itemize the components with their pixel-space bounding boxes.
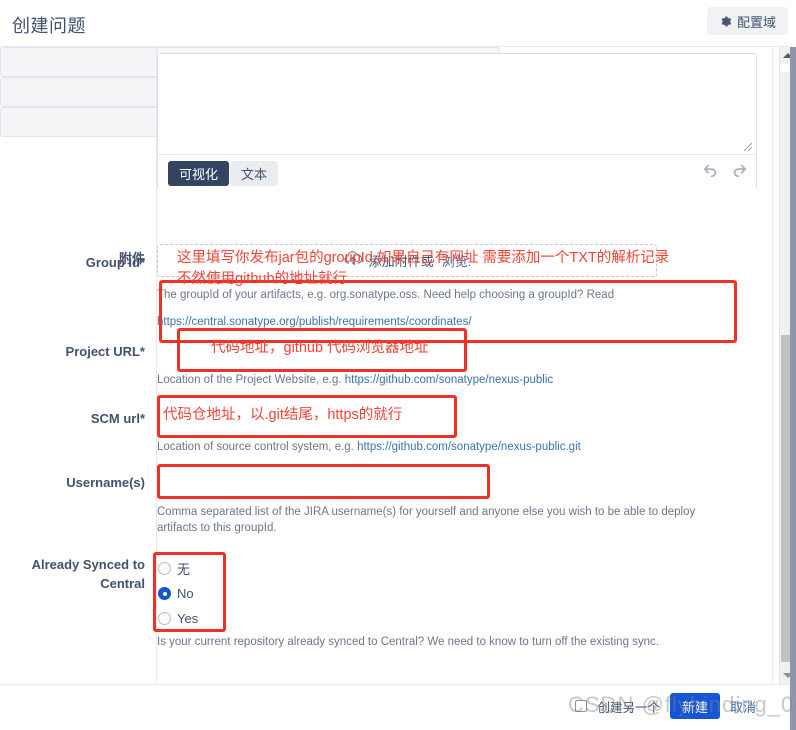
create-another-checkbox[interactable]	[575, 700, 588, 712]
already-synced-label: Already Synced to Central	[5, 555, 145, 593]
usernames-label: Username(s)	[66, 475, 145, 490]
scm-url-annotation-text: 代码仓地址，以.git结尾，https的就行	[163, 407, 403, 423]
resize-grip-icon[interactable]	[743, 139, 753, 152]
create-issue-dialog: 创建问题 配置域 可视化 文本 附件 添加附件或 浏览. Group Id* T…	[0, 0, 796, 730]
project-url-help-link[interactable]: https://github.com/sonatype/nexus-public	[345, 374, 553, 386]
already-synced-label-line2: Central	[100, 576, 145, 591]
tab-text[interactable]: 文本	[230, 161, 279, 186]
radio-label-yes: Yes	[177, 611, 199, 626]
project-url-help-text: Location of the Project Website, e.g.	[157, 374, 345, 386]
radio-option-no[interactable]: No	[158, 581, 198, 606]
undo-redo-group	[702, 163, 748, 182]
redo-icon[interactable]	[732, 163, 748, 182]
page-title: 创建问题	[12, 16, 86, 36]
window-edge-strip	[790, 0, 796, 730]
cancel-link[interactable]: 取消	[730, 697, 756, 716]
radio-option-yes[interactable]: Yes	[158, 606, 198, 631]
right-column-divider	[772, 47, 773, 684]
create-another-label: 创建另一个	[597, 700, 660, 715]
configure-fields-label: 配置域	[736, 14, 776, 30]
scm-url-help: Location of source control system, e.g. …	[157, 439, 777, 455]
configure-fields-button[interactable]: 配置域	[706, 7, 788, 35]
group-id-help-link[interactable]: https://central.sonatype.org/publish/req…	[157, 316, 472, 328]
create-button[interactable]: 新建	[669, 693, 720, 719]
radio-circle-no[interactable]	[158, 587, 171, 600]
scm-url-help-text: Location of source control system, e.g.	[157, 441, 358, 453]
project-url-help: Location of the Project Website, e.g. ht…	[157, 372, 757, 388]
group-id-label: Group Id*	[85, 255, 145, 270]
editor-toolbar: 可视化 文本	[158, 155, 756, 190]
gear-icon	[719, 15, 732, 28]
undo-icon[interactable]	[702, 163, 718, 182]
description-textarea[interactable]	[158, 54, 756, 154]
already-synced-label-line1: Already Synced to	[31, 557, 145, 572]
usernames-annotation-box	[157, 464, 490, 499]
radio-label-none: 无	[177, 562, 191, 577]
window-edge-strip-top	[790, 0, 796, 47]
radio-circle-yes[interactable]	[158, 612, 171, 625]
tab-visual[interactable]: 可视化	[168, 161, 230, 186]
dialog-body: 可视化 文本 附件 添加附件或 浏览. Group Id* The groupI…	[0, 47, 796, 684]
project-url-annotation-text: 代码地址，github 代码浏览器地址	[211, 340, 429, 356]
group-id-help: The groupId of your artifacts, e.g. org.…	[157, 287, 757, 330]
usernames-help: Comma separated list of the JIRA usernam…	[157, 506, 696, 534]
radio-circle-none[interactable]	[158, 562, 171, 575]
group-id-help-text: The groupId of your artifacts, e.g. org.…	[157, 289, 615, 301]
scm-url-label: SCM url*	[90, 411, 145, 426]
dialog-header: 创建问题 配置域	[0, 0, 796, 47]
project-url-label: Project URL*	[65, 344, 145, 359]
radio-option-none[interactable]: 无	[158, 556, 198, 581]
group-id-annotation-text: 这里填写你发布jar包的groupId,如果自己有网址 需要添加一个TXT的解析…	[177, 250, 670, 287]
dialog-footer: 创建另一个 新建 取消	[0, 684, 790, 730]
radio-label-no: No	[177, 586, 194, 601]
description-editor[interactable]: 可视化 文本	[157, 53, 757, 190]
scm-url-help-link[interactable]: https://github.com/sonatype/nexus-public…	[357, 441, 581, 453]
already-synced-radio-group[interactable]: 无 No Yes	[158, 556, 198, 631]
already-synced-help: Is your current repository already synce…	[157, 636, 659, 648]
